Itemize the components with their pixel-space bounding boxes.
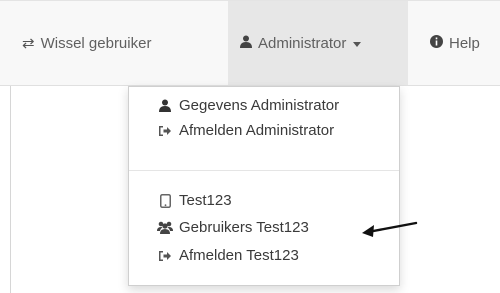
user-icon <box>157 99 173 112</box>
caret-down-icon <box>353 41 362 47</box>
account-dropdown-menu: Gegevens Administrator Afmelden Administ… <box>128 86 400 286</box>
menu-item-test123[interactable]: Test123 <box>157 192 232 209</box>
menu-item-label: Afmelden Test123 <box>179 247 299 264</box>
switch-user-label: Wissel gebruiker <box>40 34 152 52</box>
content-border <box>10 86 11 293</box>
help-label: Help <box>449 34 480 52</box>
switch-user-link[interactable]: ⇄ Wissel gebruiker <box>22 1 151 85</box>
menu-item-label: Test123 <box>179 192 232 209</box>
menu-item-label: Gebruikers Test123 <box>179 219 309 236</box>
annotation-arrow-icon <box>360 217 418 244</box>
help-link[interactable]: Help <box>430 1 480 85</box>
menu-divider <box>129 170 399 171</box>
sign-out-icon <box>157 250 173 262</box>
switch-arrows-icon: ⇄ <box>22 35 35 52</box>
sign-out-icon <box>157 125 173 137</box>
info-circle-icon <box>430 34 443 52</box>
account-menu-toggle[interactable]: Administrator <box>228 1 408 85</box>
user-icon <box>240 35 252 52</box>
menu-item-logout-test123[interactable]: Afmelden Test123 <box>157 247 299 264</box>
menu-item-label: Afmelden Administrator <box>179 122 335 139</box>
menu-item-label: Gegevens Administrator <box>179 97 340 114</box>
menu-item-profile[interactable]: Gegevens Administrator <box>157 97 339 114</box>
menu-item-users-test123[interactable]: Gebruikers Test123 <box>157 219 309 236</box>
users-icon <box>157 221 173 234</box>
tablet-icon <box>157 193 173 208</box>
top-navbar: ⇄ Wissel gebruiker Administrator Help <box>0 0 500 86</box>
account-menu-label: Administrator <box>258 34 347 52</box>
menu-item-logout-admin[interactable]: Afmelden Administrator <box>157 122 334 139</box>
